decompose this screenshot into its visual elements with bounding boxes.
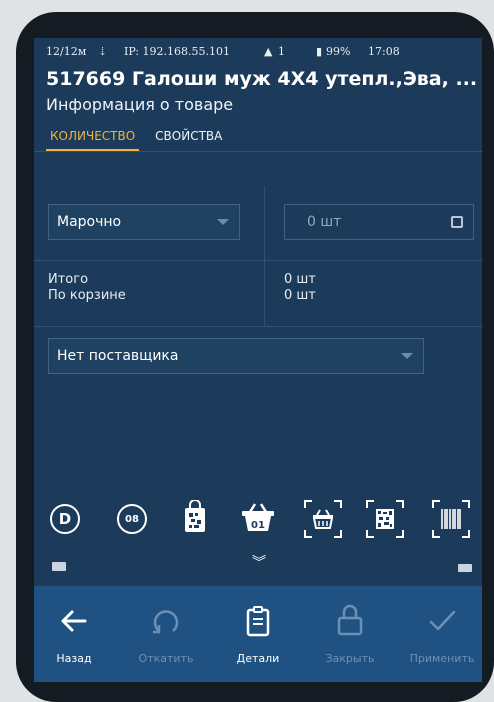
total-label: Итого — [48, 272, 89, 287]
tab-quantity[interactable]: Количество — [46, 129, 140, 151]
quantity-checkbox[interactable] — [451, 216, 463, 228]
cart-value: 0 шт — [284, 288, 316, 303]
counter-text: 12/12м — [46, 44, 87, 58]
back-button-label: Назад — [56, 652, 92, 665]
barcode-scan-icon[interactable] — [432, 500, 470, 542]
lock-icon — [337, 604, 363, 636]
rollback-button[interactable]: Откатить — [126, 594, 206, 665]
quantity-field[interactable]: 0 шт — [284, 204, 474, 240]
status-bar: 12/12м ⇣ IP: 192.168.55.101 ▲ 1 ▮ 99% 17… — [34, 38, 482, 64]
keyboard-right-icon[interactable] — [458, 564, 472, 572]
page-subtitle: Информация о товаре — [46, 95, 234, 114]
tab-bar: Количество Свойства — [34, 118, 482, 152]
keyboard-left-icon[interactable] — [52, 562, 66, 571]
details-button[interactable]: Детали — [218, 594, 298, 665]
quantity-panel: Марочно 0 шт Итого По корзине 0 шт 0 шт … — [34, 186, 482, 486]
08-icon[interactable]: 08 — [117, 504, 147, 534]
arrow-left-icon — [61, 610, 87, 632]
basket-01-icon[interactable]: 01 — [241, 502, 275, 536]
total-value: 0 шт — [284, 272, 316, 287]
scan-actions-row: D 08 01 — [34, 499, 482, 542]
chevron-down-icon — [217, 219, 229, 225]
bag-datamatrix-icon[interactable] — [183, 499, 207, 538]
chevron-down-icon — [401, 353, 413, 359]
undo-icon — [153, 610, 179, 634]
tab-properties[interactable]: Свойства — [151, 129, 226, 151]
supplier-select-value: Нет поставщика — [57, 348, 179, 364]
chevron-double-down-icon[interactable]: ︾ — [252, 556, 266, 570]
datamatrix-scan-icon[interactable] — [366, 500, 404, 542]
notification-count: 1 — [278, 44, 285, 58]
ip-text: IP: 192.168.55.101 — [124, 44, 231, 58]
row-divider — [34, 326, 482, 327]
page-title: 517669 Галоши муж 4X4 утепл.,Эва, ... — [46, 68, 478, 90]
row-divider — [34, 260, 482, 261]
apply-button-label: Применить — [409, 652, 475, 665]
supplier-select[interactable]: Нет поставщика — [48, 338, 424, 374]
apply-button[interactable]: Применить — [402, 594, 482, 665]
time-text: 17:08 — [368, 44, 400, 58]
battery-text: 99% — [326, 44, 351, 58]
basket-01-text: 01 — [251, 520, 265, 531]
details-button-label: Детали — [236, 652, 280, 665]
app-screen: 12/12м ⇣ IP: 192.168.55.101 ▲ 1 ▮ 99% 17… — [34, 38, 482, 682]
cart-label: По корзине — [48, 288, 126, 303]
basket-scan-icon[interactable] — [304, 500, 342, 542]
clipboard-icon — [246, 606, 270, 637]
column-divider — [264, 186, 265, 326]
back-button[interactable]: Назад — [34, 594, 114, 665]
check-icon — [429, 610, 456, 631]
wifi-icon: ⇣ — [98, 44, 108, 58]
marking-select[interactable]: Марочно — [48, 204, 240, 240]
bottom-action-bar: Назад Откатить Детали Закрыть Применить — [34, 586, 482, 682]
marking-select-value: Марочно — [57, 214, 122, 230]
quantity-value: 0 шт — [307, 214, 342, 230]
rollback-button-label: Откатить — [138, 652, 194, 665]
battery-icon: ▮ — [316, 44, 323, 58]
notification-icon: ▲ — [264, 44, 273, 58]
d-icon[interactable]: D — [50, 504, 80, 534]
close-button[interactable]: Закрыть — [310, 594, 390, 665]
close-button-label: Закрыть — [325, 652, 375, 665]
